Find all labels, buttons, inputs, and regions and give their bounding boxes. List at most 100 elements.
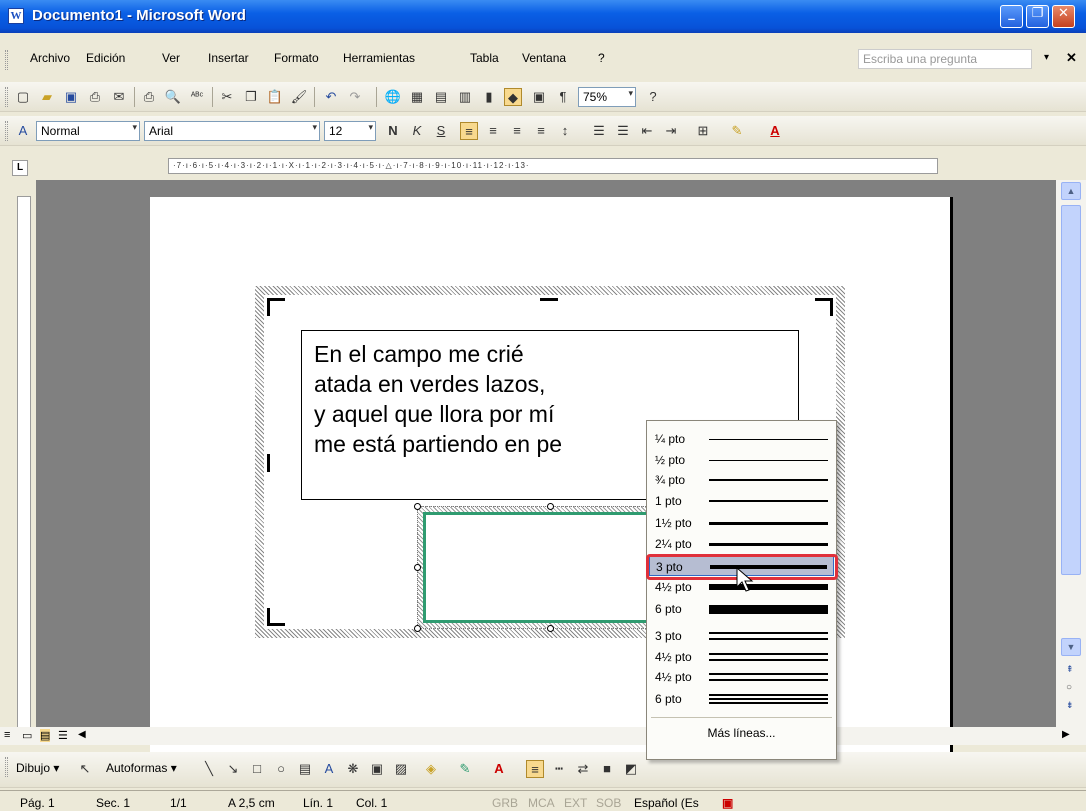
menu-tabla[interactable]: Tabla: [470, 51, 499, 65]
line-style-option[interactable]: 1 pto: [649, 491, 834, 511]
insert-excel-icon[interactable]: ▥: [456, 88, 474, 106]
format-painter-icon[interactable]: 🖌: [290, 88, 308, 106]
line-style-option[interactable]: 6 pto: [649, 689, 834, 709]
line-style-option[interactable]: 6 pto: [649, 599, 834, 619]
font-color-icon[interactable]: A: [490, 760, 508, 778]
close-document-icon[interactable]: ✕: [1066, 50, 1077, 66]
selected-shape[interactable]: [414, 503, 682, 632]
line-icon[interactable]: ╲: [200, 760, 218, 778]
scroll-down-icon[interactable]: ▼: [1061, 638, 1081, 656]
select-objects-icon[interactable]: ↖: [76, 760, 94, 778]
diagram-icon[interactable]: ❋: [344, 760, 362, 778]
toolbar-grip[interactable]: [5, 87, 8, 107]
underline-icon[interactable]: S: [432, 122, 450, 140]
next-page-icon[interactable]: ⇟: [1066, 700, 1074, 711]
styles-icon[interactable]: A: [14, 122, 32, 140]
columns-icon[interactable]: ▮: [480, 88, 498, 106]
wordart-icon[interactable]: A: [320, 760, 338, 778]
line-style-option[interactable]: 2¼ pto: [649, 534, 834, 554]
shadow-icon[interactable]: ■: [598, 760, 616, 778]
browse-object-icon[interactable]: ○: [1066, 682, 1072, 693]
close-button[interactable]: ✕: [1052, 5, 1075, 28]
italic-icon[interactable]: K: [408, 122, 426, 140]
help-icon[interactable]: ?: [644, 88, 662, 106]
restore-button[interactable]: ❐: [1026, 5, 1049, 28]
word-app-icon[interactable]: W: [8, 8, 24, 24]
increase-indent-icon[interactable]: ⇥: [662, 122, 680, 140]
bullets-icon[interactable]: ☰: [614, 122, 632, 140]
ask-question-input[interactable]: Escriba una pregunta: [858, 49, 1032, 69]
text-box-icon[interactable]: ▤: [296, 760, 314, 778]
redo-icon[interactable]: ↷: [346, 88, 364, 106]
status-sob[interactable]: SOB: [596, 796, 621, 810]
highlight-icon[interactable]: ✎: [728, 122, 746, 140]
align-right-icon[interactable]: ≡: [508, 122, 526, 140]
email-icon[interactable]: ✉: [110, 88, 128, 106]
clipart-icon[interactable]: ▣: [368, 760, 386, 778]
font-select[interactable]: Arial ▾: [144, 121, 320, 141]
web-view-icon[interactable]: ▭: [22, 729, 32, 742]
justify-icon[interactable]: ≡: [532, 122, 550, 140]
scroll-left-icon[interactable]: ◀: [78, 729, 86, 740]
menu-herramientas[interactable]: Herramientas: [343, 51, 415, 65]
menu-ventana[interactable]: Ventana: [522, 51, 566, 65]
resize-handle[interactable]: [414, 625, 421, 632]
print-icon[interactable]: ⎙: [140, 88, 158, 106]
menu-ver[interactable]: Ver: [162, 51, 180, 65]
rectangle-icon[interactable]: □: [248, 760, 266, 778]
line-spacing-icon[interactable]: ↕: [556, 122, 574, 140]
line-style-option[interactable]: 1½ pto: [649, 513, 834, 533]
font-size-select[interactable]: 12 ▾: [324, 121, 376, 141]
tables-borders-icon[interactable]: ▦: [408, 88, 426, 106]
line-style-icon[interactable]: ≡: [526, 760, 544, 778]
line-color-icon[interactable]: ✎: [456, 760, 474, 778]
hyperlink-icon[interactable]: 🌐: [384, 88, 402, 106]
arrow-style-icon[interactable]: ⇄: [574, 760, 592, 778]
print-preview-icon[interactable]: 🔍: [164, 88, 182, 106]
menu-edicion[interactable]: Edición: [86, 51, 125, 65]
print-layout-icon[interactable]: ▤: [40, 729, 51, 742]
line-style-option[interactable]: 4½ pto: [649, 667, 834, 687]
menu-formato[interactable]: Formato: [274, 51, 319, 65]
undo-icon[interactable]: ↶: [322, 88, 340, 106]
permission-icon[interactable]: ⎙: [86, 88, 104, 106]
resize-handle[interactable]: [547, 625, 554, 632]
crop-handle-top[interactable]: [540, 298, 558, 301]
toolbar-grip[interactable]: [5, 121, 8, 141]
tab-selector[interactable]: L: [12, 160, 28, 176]
copy-icon[interactable]: ❐: [242, 88, 260, 106]
new-document-icon[interactable]: ▢: [14, 88, 32, 106]
crop-handle-top-left[interactable]: [267, 298, 285, 316]
menu-help[interactable]: ?: [598, 51, 605, 65]
scroll-thumb[interactable]: [1061, 205, 1081, 575]
cut-icon[interactable]: ✂: [218, 88, 236, 106]
outline-view-icon[interactable]: ☰: [58, 729, 68, 742]
menu-archivo[interactable]: Archivo: [30, 51, 70, 65]
line-style-option[interactable]: ¾ pto: [649, 470, 834, 490]
picture-icon[interactable]: ▨: [392, 760, 410, 778]
status-grb[interactable]: GRB: [492, 796, 518, 810]
horizontal-scrollbar[interactable]: ≡ ▭ ▤ ☰ ◀ ▶: [0, 727, 1086, 745]
font-color-icon[interactable]: A: [766, 122, 784, 140]
more-lines-button[interactable]: Más líneas...: [647, 726, 836, 740]
show-formatting-icon[interactable]: ¶: [554, 88, 572, 106]
vertical-ruler[interactable]: [17, 196, 31, 741]
toolbar-grip[interactable]: [5, 757, 8, 777]
menu-grip[interactable]: [5, 50, 8, 70]
scroll-right-icon[interactable]: ▶: [1062, 729, 1070, 740]
border-icon[interactable]: ⊞: [694, 122, 712, 140]
numbering-icon[interactable]: ☰: [590, 122, 608, 140]
crop-handle-bottom-left[interactable]: [267, 608, 285, 626]
status-language[interactable]: Español (Es: [634, 796, 699, 810]
bold-icon[interactable]: N: [384, 122, 402, 140]
drawing-icon[interactable]: ◆: [504, 88, 522, 106]
draw-menu-button[interactable]: Dibujo ▾: [16, 761, 59, 775]
menu-insertar[interactable]: Insertar: [208, 51, 249, 65]
resize-handle[interactable]: [547, 503, 554, 510]
resize-handle[interactable]: [414, 503, 421, 510]
line-style-option[interactable]: ¼ pto: [649, 429, 834, 449]
status-mca[interactable]: MCA: [528, 796, 555, 810]
align-left-icon[interactable]: ≡: [460, 122, 478, 140]
insert-table-icon[interactable]: ▤: [432, 88, 450, 106]
scroll-up-icon[interactable]: ▲: [1061, 182, 1081, 200]
